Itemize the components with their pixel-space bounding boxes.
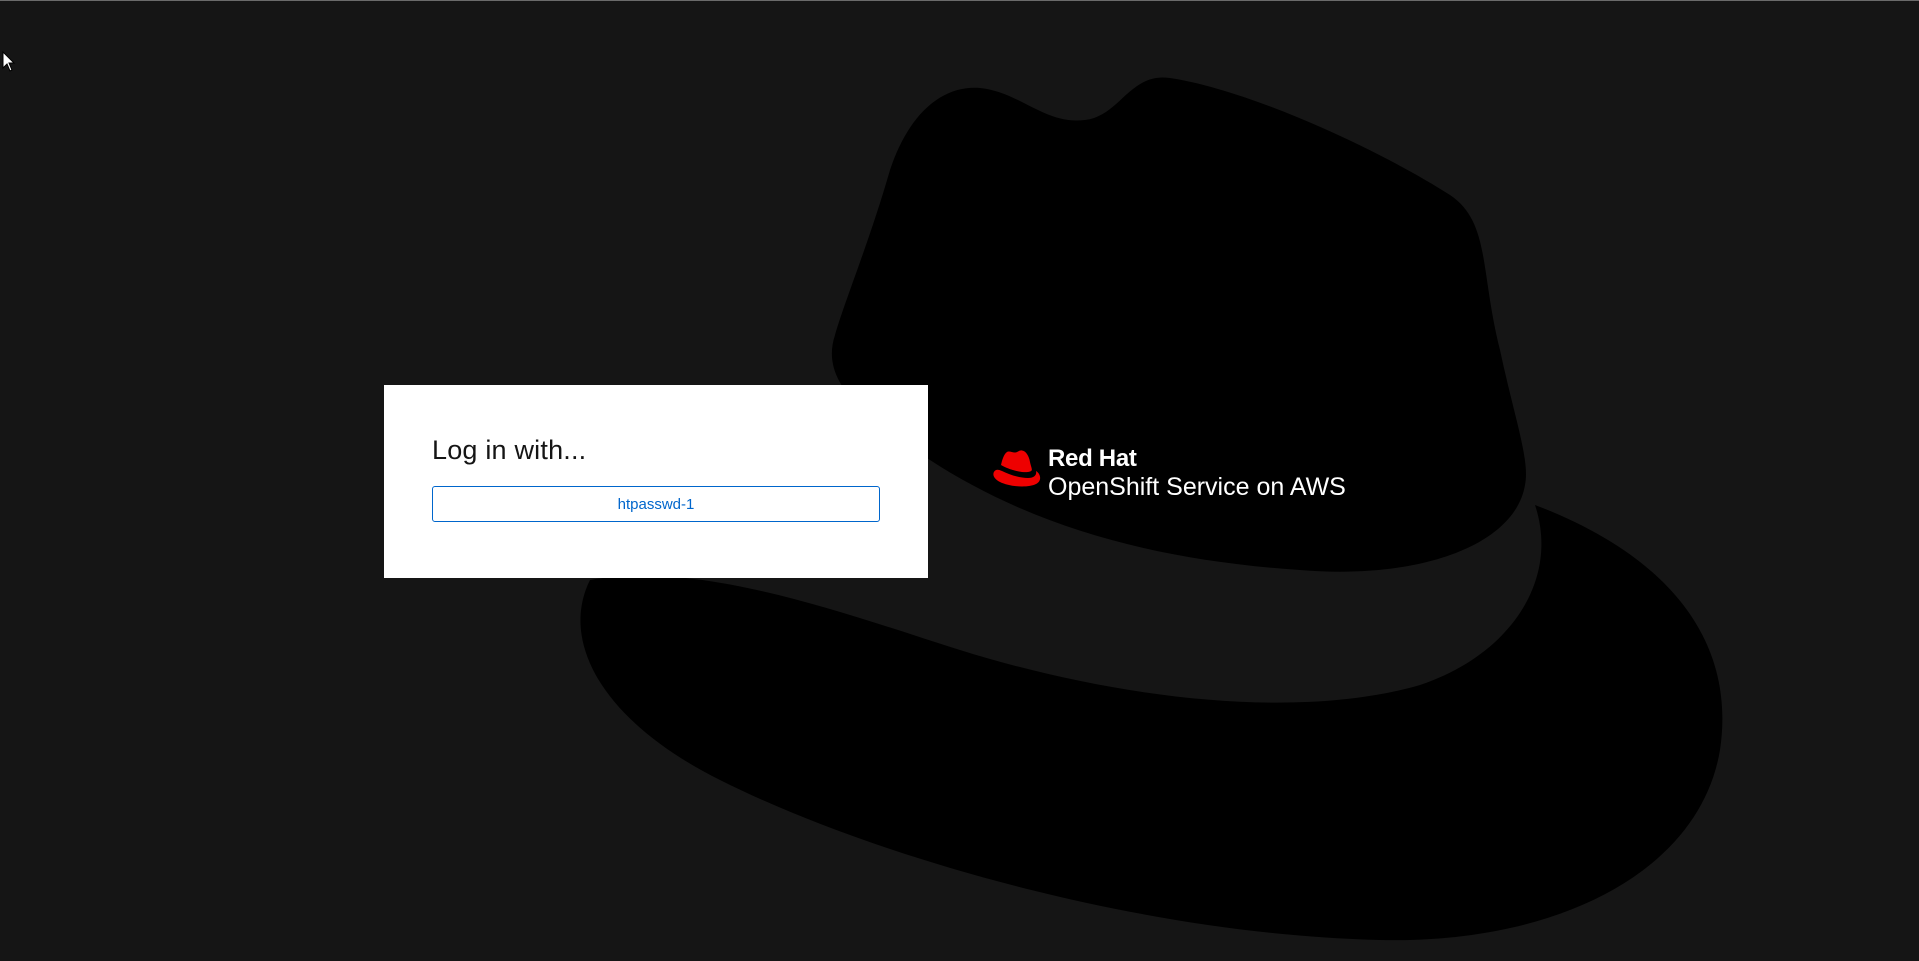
background-fedora-icon	[580, 77, 1723, 941]
identity-provider-button[interactable]: htpasswd-1	[432, 486, 880, 522]
login-page: Log in with... htpasswd-1 Red Hat OpenSh…	[0, 0, 1919, 961]
brand-product-openshift: OpenShift	[1048, 473, 1160, 501]
brand-company-name: Red Hat	[1048, 445, 1137, 472]
mouse-cursor-icon	[2, 51, 16, 72]
login-title: Log in with...	[432, 435, 587, 465]
login-card: Log in with... htpasswd-1	[384, 385, 928, 578]
brand-text: Red Hat OpenShift Service on AWS	[1048, 446, 1346, 502]
redhat-fedora-icon	[993, 450, 1041, 487]
brand-product-name: OpenShift Service on AWS	[1048, 472, 1346, 502]
brand-product-suffix: Service on AWS	[1166, 473, 1346, 501]
brand-logo: Red Hat OpenShift Service on AWS	[990, 446, 1346, 510]
